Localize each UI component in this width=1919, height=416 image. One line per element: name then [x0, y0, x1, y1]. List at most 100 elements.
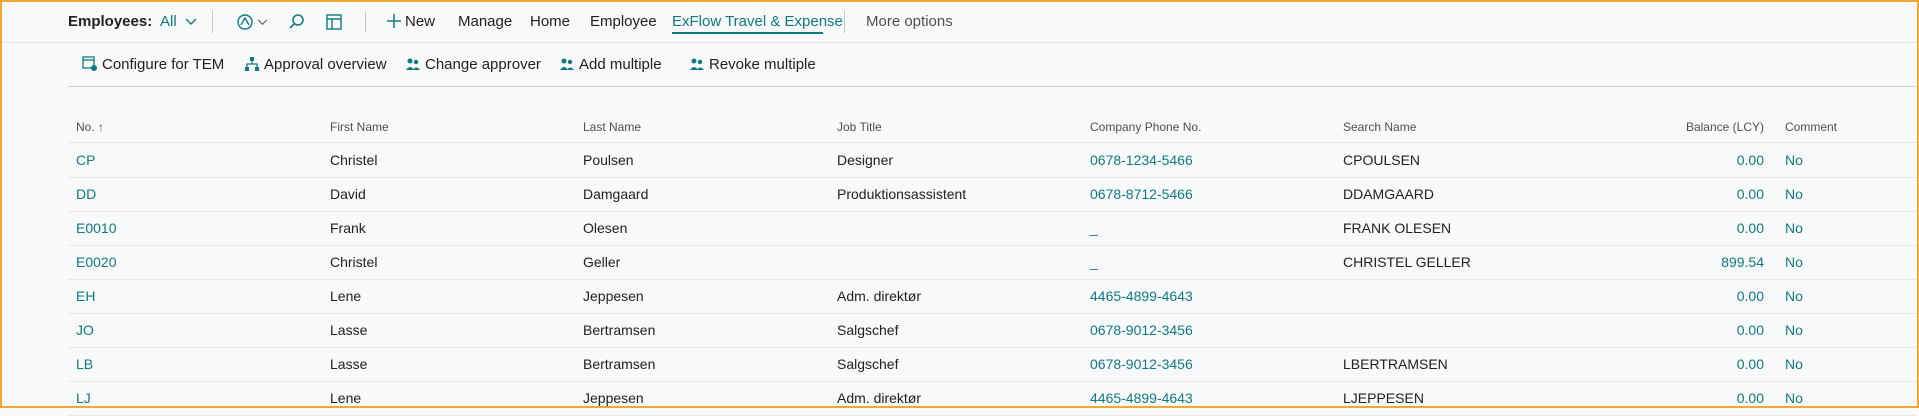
last-name-cell: Jeppesen: [583, 288, 644, 304]
column-header-first-name[interactable]: First Name: [330, 112, 389, 142]
first-name-cell: Christel: [330, 254, 378, 270]
revoke-multiple-button[interactable]: Revoke multiple: [689, 43, 819, 86]
last-name-cell: Bertramsen: [583, 356, 656, 372]
company-phone-link[interactable]: 0678-9012-3456: [1090, 313, 1193, 347]
job-title-cell: Produktionsassistent: [837, 186, 967, 202]
search-name-cell: LJEPPESEN: [1343, 390, 1424, 406]
people-icon: [690, 58, 704, 70]
last-name-cell: Poulsen: [583, 152, 634, 168]
comment-link[interactable]: No: [1785, 245, 1803, 279]
add-multiple-button[interactable]: Add multiple: [559, 43, 669, 86]
new-button-label: New: [405, 13, 436, 30]
employee-no-link[interactable]: E0010: [76, 211, 116, 245]
search-name-cell: FRANK OLESEN: [1343, 220, 1452, 236]
comment-link[interactable]: No: [1785, 211, 1803, 245]
balance-link[interactable]: 899.54: [1598, 245, 1764, 279]
first-name-cell: Lasse: [330, 356, 368, 372]
search-icon[interactable]: [288, 13, 306, 31]
menu-employee[interactable]: Employee: [590, 2, 657, 42]
first-name-cell: Lene: [330, 288, 362, 304]
employee-no-link[interactable]: EH: [76, 279, 95, 313]
table-row[interactable]: E0020 Christel Geller _ CHRISTEL GELLER 899.5…: [68, 245, 1917, 280]
balance-link[interactable]: 0.00: [1598, 211, 1764, 245]
new-button[interactable]: New: [387, 2, 435, 42]
change-approver-button[interactable]: Change approver: [405, 43, 545, 86]
balance-link[interactable]: 0.00: [1598, 347, 1764, 381]
view-filter-label: All: [160, 13, 177, 30]
employee-no-link[interactable]: CP: [76, 143, 95, 177]
employee-no-link[interactable]: E0020: [76, 245, 116, 279]
company-phone-link[interactable]: 0678-9012-3456: [1090, 347, 1193, 381]
table-row[interactable]: EH Lene Jeppesen Adm. direktør 4465-4899-464…: [68, 279, 1917, 314]
people-icon: [560, 58, 574, 70]
column-header-balance[interactable]: Balance (LCY): [1598, 112, 1764, 142]
configure-for-tem-button[interactable]: Configure for TEM: [82, 43, 225, 86]
balance-link[interactable]: 0.00: [1598, 313, 1764, 347]
configure-icon: [82, 56, 97, 71]
balance-link[interactable]: 0.00: [1598, 177, 1764, 211]
divider: [844, 11, 845, 33]
comment-link[interactable]: No: [1785, 347, 1803, 381]
page-title: Employees:: [68, 13, 153, 30]
comment-link[interactable]: No: [1785, 313, 1803, 347]
active-menu-indicator: [672, 32, 823, 34]
company-phone-link[interactable]: 0678-8712-5466: [1090, 177, 1193, 211]
employee-no-link[interactable]: DD: [76, 177, 96, 211]
first-name-cell: Lene: [330, 390, 362, 406]
menu-home[interactable]: Home: [530, 2, 570, 42]
comment-link[interactable]: No: [1785, 381, 1803, 415]
configure-for-tem-label: Configure for TEM: [102, 56, 225, 73]
add-multiple-label: Add multiple: [579, 56, 662, 73]
revoke-multiple-label: Revoke multiple: [709, 56, 816, 73]
analyze-icon[interactable]: [236, 13, 254, 31]
column-header-last-name[interactable]: Last Name: [583, 112, 641, 142]
table-row[interactable]: E0010 Frank Olesen _ FRANK OLESEN 0.00 No: [68, 211, 1917, 246]
table-row[interactable]: CP Christel Poulsen Designer 0678-1234-5466 C…: [68, 143, 1917, 178]
column-header-comment[interactable]: Comment: [1785, 112, 1837, 142]
company-phone-link[interactable]: 0678-1234-5466: [1090, 143, 1193, 177]
more-options-button[interactable]: More options: [866, 2, 953, 42]
column-header-search-name[interactable]: Search Name: [1343, 112, 1416, 142]
company-phone-link[interactable]: 4465-4899-4643: [1090, 381, 1193, 415]
comment-link[interactable]: No: [1785, 279, 1803, 313]
company-phone-link[interactable]: _: [1090, 245, 1098, 279]
last-name-cell: Jeppesen: [583, 390, 644, 406]
balance-link[interactable]: 0.00: [1598, 143, 1764, 177]
last-name-cell: Bertramsen: [583, 322, 656, 338]
divider: [365, 11, 366, 33]
approval-overview-label: Approval overview: [264, 56, 387, 73]
people-icon: [406, 58, 420, 70]
column-header-no[interactable]: No. ↑: [76, 112, 104, 142]
approval-overview-button[interactable]: Approval overview: [244, 43, 394, 86]
last-name-cell: Geller: [583, 254, 621, 270]
column-header-job-title[interactable]: Job Title: [837, 112, 882, 142]
employee-no-link[interactable]: LB: [76, 347, 93, 381]
layout-icon[interactable]: [325, 13, 343, 31]
first-name-cell: David: [330, 186, 366, 202]
menu-exflow-travel-expense[interactable]: ExFlow Travel & Expense: [672, 2, 843, 42]
table-row[interactable]: LJ Lene Jeppesen Adm. direktør 4465-4899-464…: [68, 381, 1917, 416]
company-phone-link[interactable]: _: [1090, 211, 1098, 245]
plus-icon: [387, 14, 401, 28]
employee-no-link[interactable]: LJ: [76, 381, 91, 415]
comment-link[interactable]: No: [1785, 177, 1803, 211]
balance-link[interactable]: 0.00: [1598, 381, 1764, 415]
first-name-cell: Lasse: [330, 322, 368, 338]
employee-no-link[interactable]: JO: [76, 313, 94, 347]
table-row[interactable]: JO Lasse Bertramsen Salgschef 0678-9012-3456…: [68, 313, 1917, 348]
view-filter-dropdown[interactable]: All: [160, 2, 197, 42]
menu-manage[interactable]: Manage: [458, 2, 512, 42]
change-approver-label: Change approver: [425, 56, 541, 73]
balance-link[interactable]: 0.00: [1598, 279, 1764, 313]
company-phone-link[interactable]: 4465-4899-4643: [1090, 279, 1193, 313]
search-name-cell: CHRISTEL GELLER: [1343, 254, 1471, 270]
chevron-down-icon[interactable]: [257, 19, 268, 26]
first-name-cell: Christel: [330, 152, 378, 168]
comment-link[interactable]: No: [1785, 143, 1803, 177]
table-row[interactable]: LB Lasse Bertramsen Salgschef 0678-9012-3456…: [68, 347, 1917, 382]
first-name-cell: Frank: [330, 220, 366, 236]
table-row[interactable]: DD David Damgaard Produktionsassistent 0678-…: [68, 177, 1917, 212]
job-title-cell: Salgschef: [837, 356, 899, 372]
divider: [212, 11, 213, 33]
column-header-company-phone[interactable]: Company Phone No.: [1090, 112, 1201, 142]
